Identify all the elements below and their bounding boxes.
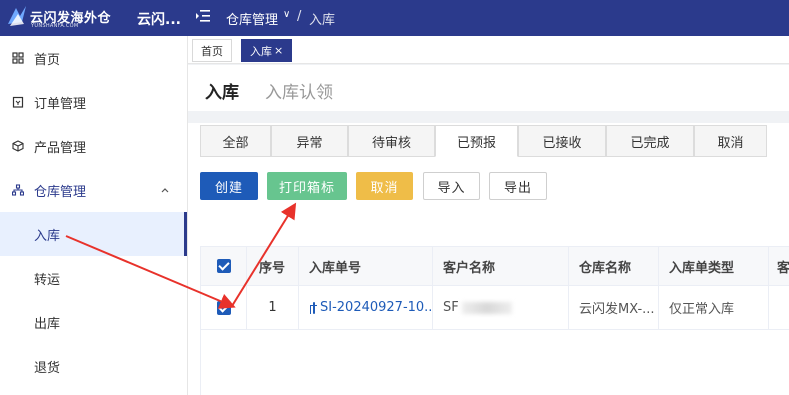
- cancel-button[interactable]: 取消: [356, 172, 413, 200]
- page-title[interactable]: 入库: [205, 78, 239, 103]
- column-header-more: 客: [777, 260, 789, 276]
- tab-exception[interactable]: 异常: [271, 125, 348, 157]
- sidebar-item-returns[interactable]: 退货: [0, 344, 187, 388]
- main-content: 入库 入库认领 全部 异常 待审核 已预报 已接收 已完成 取消 创建 打印箱标…: [188, 64, 789, 395]
- close-icon[interactable]: ×: [274, 44, 283, 57]
- page-tab-label: 入库: [250, 44, 272, 58]
- row-select-cell: [201, 286, 247, 329]
- breadcrumb-current: 入库: [309, 13, 336, 28]
- inbound-panel: 全部 异常 待审核 已预报 已接收 已完成 取消 创建 打印箱标 取消 导入 导…: [188, 123, 789, 395]
- order-no-link[interactable]: SI-20240927-10...: [320, 300, 432, 315]
- inbound-table: 序号 入库单号 客户名称 仓库名称 入库单类型 客 1 SI-20240927-…: [200, 246, 789, 395]
- header-select-cell: [201, 247, 247, 285]
- sidebar-item-label: 入库: [34, 228, 61, 244]
- app-name: 云闪...: [137, 12, 181, 28]
- sidebar-item-label: 出库: [34, 316, 61, 332]
- page-tab-home[interactable]: 首页: [192, 39, 232, 62]
- tab-all[interactable]: 全部: [200, 125, 271, 157]
- page-tab-inbound[interactable]: 入库 ×: [241, 39, 293, 62]
- cell-index: 1: [247, 286, 299, 329]
- sidebar-item-outbound[interactable]: 出库: [0, 300, 187, 344]
- grid-icon: [12, 52, 24, 64]
- page-tab-bar: 首页 入库 ×: [188, 36, 789, 64]
- breadcrumb-separator: /: [297, 9, 302, 24]
- column-header-type: 入库单类型: [659, 247, 769, 285]
- active-indicator: [184, 212, 187, 256]
- tab-pending-review[interactable]: 待审核: [348, 125, 435, 157]
- sidebar-item-label: 首页: [34, 52, 61, 68]
- cell-type: 仅正常入库: [659, 286, 769, 329]
- copy-icon[interactable]: [310, 301, 317, 314]
- sidebar-item-label: 订单管理: [34, 96, 87, 112]
- sidebar: 首页 订单管理 产品管理 仓库管理 入库 转运 出库 退货: [0, 36, 188, 395]
- tab-forecasted[interactable]: 已预报: [435, 125, 518, 157]
- cell-more: [769, 286, 789, 329]
- import-button[interactable]: 导入: [423, 172, 480, 200]
- sidebar-item-home[interactable]: 首页: [0, 36, 187, 80]
- select-all-checkbox[interactable]: [216, 259, 231, 273]
- order-icon: [12, 96, 24, 108]
- logo[interactable]: 云闪发海外仓 YUNSHANFA.COM: [2, 0, 122, 36]
- column-header-warehouse: 仓库名称: [569, 247, 659, 285]
- sidebar-item-label: 转运: [34, 272, 61, 288]
- table-header: 序号 入库单号 客户名称 仓库名称 入库单类型 客: [201, 246, 789, 286]
- top-bar: 云闪发海外仓 YUNSHANFA.COM 云闪... 仓库管理 ∨ / 入库: [0, 0, 789, 36]
- menu-fold-icon[interactable]: [196, 9, 210, 23]
- sidebar-item-label: 退货: [34, 360, 61, 376]
- page-header: 入库 入库认领: [188, 65, 789, 111]
- cube-icon: [12, 140, 24, 152]
- sidebar-item-orders[interactable]: 订单管理: [0, 80, 187, 124]
- row-checkbox[interactable]: [216, 300, 231, 315]
- customer-name: SF: [443, 300, 459, 315]
- breadcrumb-parent[interactable]: 仓库管理: [226, 9, 278, 28]
- sidebar-item-inbound[interactable]: 入库: [0, 212, 187, 256]
- export-button[interactable]: 导出: [489, 172, 547, 200]
- page-subtitle-tab[interactable]: 入库认领: [265, 78, 333, 103]
- logo-mark-icon: [8, 6, 26, 26]
- tab-completed[interactable]: 已完成: [606, 125, 694, 157]
- page-tab-label: 首页: [201, 44, 223, 58]
- sidebar-item-transfer[interactable]: 转运: [0, 256, 187, 300]
- cell-warehouse: 云闪发MX-...: [569, 286, 659, 329]
- warehouse-icon: [12, 184, 24, 196]
- sidebar-item-products[interactable]: 产品管理: [0, 124, 187, 168]
- sidebar-item-warehouse[interactable]: 仓库管理: [0, 168, 187, 212]
- sidebar-item-label: 产品管理: [34, 140, 87, 156]
- cell-customer: SF: [433, 286, 569, 329]
- chevron-down-icon[interactable]: ∨: [283, 9, 290, 20]
- cell-order-no[interactable]: SI-20240927-10...: [299, 286, 433, 329]
- redacted-mask: [461, 301, 512, 314]
- sidebar-item-label: 仓库管理: [34, 184, 87, 200]
- column-header-customer: 客户名称: [433, 247, 569, 285]
- logo-subtitle: YUNSHANFA.COM: [31, 23, 79, 29]
- tab-cancelled[interactable]: 取消: [694, 125, 767, 157]
- column-header-index: 序号: [247, 247, 299, 285]
- chevron-up-icon[interactable]: [160, 185, 170, 195]
- column-header-order-no: 入库单号: [299, 247, 433, 285]
- print-box-label-button[interactable]: 打印箱标: [267, 172, 347, 200]
- create-button[interactable]: 创建: [200, 172, 258, 200]
- tab-received[interactable]: 已接收: [518, 125, 606, 157]
- table-row[interactable]: 1 SI-20240927-10... SF 云闪发MX-... 仅正常入库: [201, 286, 789, 330]
